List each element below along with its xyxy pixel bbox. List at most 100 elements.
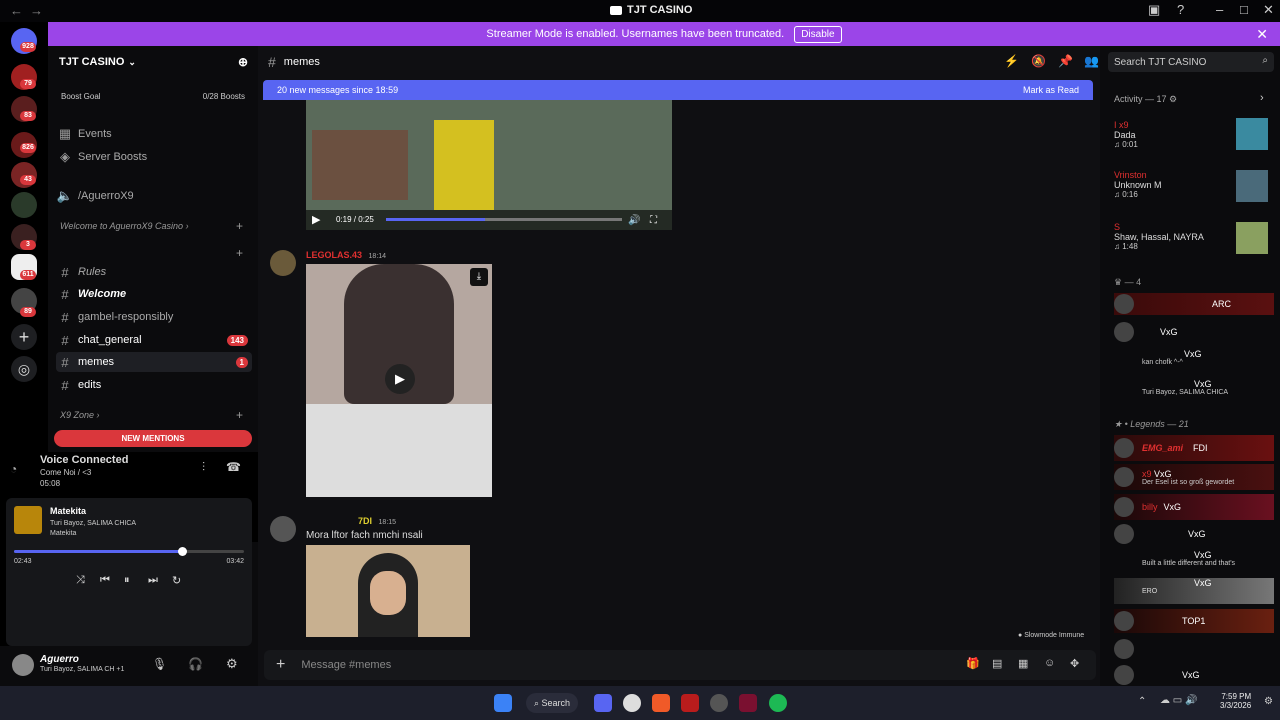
search-input[interactable]: Search TJT CASINO ⌕ [1108, 52, 1274, 72]
noise-suppression-icon[interactable]: ⫶ [202, 460, 205, 475]
minimize-icon[interactable]: – [1216, 2, 1223, 17]
sticker-icon[interactable]: ▦ [1018, 657, 1028, 670]
app-taskbar-icon[interactable] [623, 694, 641, 712]
inbox-icon[interactable]: ▣ [1148, 2, 1160, 18]
app-taskbar-icon[interactable] [739, 694, 757, 712]
brave-icon[interactable] [652, 694, 670, 712]
video-seek-bar[interactable] [386, 218, 622, 221]
video-embed[interactable]: ▶ 0:19 / 0:25 🔊 ⛶ [306, 100, 672, 230]
gift-icon[interactable]: 🎁 [966, 657, 980, 670]
new-mentions-button[interactable]: NEW MENTIONS [54, 430, 252, 447]
threads-icon[interactable]: ⚡ [1004, 54, 1019, 68]
avatar[interactable] [270, 250, 296, 276]
repeat-icon[interactable]: ↻ [172, 574, 181, 587]
member-item[interactable]: TOP1 [1114, 609, 1274, 633]
tray-chevron-icon[interactable]: ⌃ [1138, 696, 1146, 707]
discord-taskbar-icon[interactable] [594, 694, 612, 712]
server-header[interactable]: TJT CASINO ⌄ ⊕ [48, 46, 258, 78]
microphone-icon[interactable]: 🎙 [152, 657, 167, 671]
add-member-icon[interactable]: ⊕ [238, 55, 248, 69]
member-item[interactable]: VxG [1114, 523, 1274, 545]
add-channel-icon[interactable]: + [236, 408, 243, 422]
pin-icon[interactable]: 📌 [1058, 54, 1073, 68]
message-input[interactable]: Message #memes [301, 659, 391, 671]
maximize-icon[interactable]: □ [1240, 2, 1248, 17]
member-item[interactable]: VxG [1114, 664, 1274, 686]
mark-as-read-button[interactable]: Mark as Read [1023, 85, 1079, 95]
events-item[interactable]: ▦ Events [56, 124, 252, 144]
channel-gambel[interactable]: # gambel-responsibly [56, 307, 252, 327]
close-banner-icon[interactable]: ✕ [1256, 26, 1268, 43]
spotify-icon[interactable] [769, 694, 787, 712]
pause-icon[interactable]: ⏸ [124, 574, 130, 587]
apps-icon[interactable]: ✥ [1070, 657, 1079, 670]
next-icon[interactable]: ⏭ [148, 574, 158, 587]
back-arrow-icon[interactable]: ← [10, 3, 23, 18]
channel-memes[interactable]: # memes 1 [56, 352, 252, 372]
activity-card[interactable]: I x9 Dada ♫ 0:01 [1114, 120, 1138, 149]
taskbar-clock[interactable]: 7:59 PM 3/3/2026 [1220, 692, 1251, 710]
member-item[interactable]: VxG Turi Bayoz, SALIMA CHICA [1114, 379, 1274, 401]
message-author[interactable]: 7DI [358, 516, 372, 526]
boost-goal[interactable]: Boost Goal 0/28 Boosts [61, 92, 245, 101]
song-progress-track[interactable] [14, 547, 244, 556]
close-window-icon[interactable]: ✕ [1263, 2, 1274, 18]
channel-rules[interactable]: # Rules [56, 262, 252, 282]
chevron-right-icon[interactable]: › [1260, 92, 1264, 104]
emoji-icon[interactable]: ☺ [1044, 657, 1055, 669]
activity-card[interactable]: S Shaw, Hassal, NAYRA ♫ 1:48 [1114, 222, 1204, 251]
avatar[interactable] [12, 654, 34, 676]
new-messages-bar[interactable]: 20 new messages since 18:59 Mark as Read [263, 80, 1093, 100]
member-item[interactable]: x9 VxG Der Esel ist so groß gewordet [1114, 464, 1274, 490]
member-item[interactable]: billy VxG [1114, 494, 1274, 520]
notification-icon[interactable]: ⚙ [1264, 696, 1273, 707]
headphones-icon[interactable]: 🎧 [188, 657, 203, 671]
settings-gear-icon[interactable]: ⚙ [226, 656, 238, 672]
gif-icon[interactable]: ▤ [992, 657, 1002, 670]
video-embed[interactable]: ▶ ⤓ [306, 264, 492, 497]
member-list-icon[interactable]: 👥 [1084, 54, 1099, 68]
member-item[interactable]: VxG [1114, 321, 1274, 343]
play-button-icon[interactable]: ▶ [385, 364, 415, 394]
add-server-icon[interactable]: + [11, 324, 37, 350]
activity-header[interactable]: Activity — 17 ⚙ [1114, 94, 1177, 105]
previous-icon[interactable]: ⏮ [100, 574, 110, 587]
avatar[interactable] [270, 516, 296, 542]
mute-bell-icon[interactable]: 🔕 [1031, 54, 1046, 68]
add-attachment-icon[interactable]: + [276, 656, 285, 674]
image-embed[interactable] [306, 545, 470, 637]
message-author[interactable]: LEGOLAS.43 [306, 250, 362, 260]
volume-icon[interactable]: 🔊 [628, 215, 640, 226]
category-welcome[interactable]: Welcome to AguerroX9 Casino › [60, 221, 189, 231]
member-item[interactable] [1114, 638, 1274, 660]
member-item[interactable]: VxG Built a little different and that's [1114, 550, 1274, 572]
category-x9-zone[interactable]: X9 Zone › [60, 410, 100, 420]
app-taskbar-icon[interactable] [710, 694, 728, 712]
start-icon[interactable] [494, 694, 512, 712]
channel-chat-general[interactable]: # chat_general 143 [56, 330, 252, 350]
member-item[interactable]: VxG kan chofk ^-^ [1114, 349, 1274, 371]
activity-card[interactable]: Vrinston Unknown M ♫ 0:16 [1114, 170, 1162, 199]
play-icon[interactable]: ▶ [312, 213, 320, 226]
disable-button[interactable]: Disable [794, 25, 842, 43]
add-channel-icon[interactable]: + [236, 246, 243, 260]
server-boosts-item[interactable]: ◈ Server Boosts [56, 147, 252, 167]
member-item[interactable]: VxG ERO [1114, 578, 1274, 604]
channel-edits[interactable]: # edits [56, 375, 252, 395]
help-icon[interactable]: ? [1177, 2, 1184, 17]
fullscreen-icon[interactable]: ⛶ [650, 215, 657, 226]
taskbar-search[interactable]: ⌕ Search [526, 693, 578, 713]
tray-icons[interactable]: ☁ ▭ 🔊 [1160, 695, 1197, 706]
shuffle-icon[interactable]: ⤨ [76, 574, 85, 587]
add-channel-icon[interactable]: + [236, 219, 243, 233]
member-item[interactable]: EMG_ami FDI [1114, 435, 1274, 461]
disconnect-icon[interactable]: ☎ [226, 460, 241, 474]
member-item[interactable]: ARC [1114, 293, 1274, 315]
guild-icon[interactable] [11, 192, 37, 218]
forward-arrow-icon[interactable]: → [30, 3, 43, 18]
voice-status[interactable]: Voice Connected [40, 454, 128, 466]
download-icon[interactable]: ⤓ [470, 268, 488, 286]
discover-icon[interactable]: ◎ [11, 356, 37, 382]
song-progress-knob[interactable] [177, 547, 187, 556]
channel-welcome[interactable]: # Welcome [56, 284, 252, 304]
